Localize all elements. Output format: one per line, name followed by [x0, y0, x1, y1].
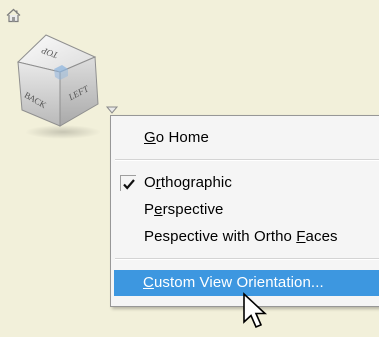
checkmark-icon [123, 179, 135, 190]
home-icon[interactable] [5, 7, 22, 24]
mouse-pointer-icon [243, 292, 268, 329]
menu-item-label: Pespective with Ortho Faces [144, 228, 338, 245]
menu-item-perspective-ortho-faces[interactable]: Pespective with Ortho Faces [115, 224, 379, 250]
menu-item-label: Perspective [144, 201, 224, 218]
menu-item-label: Orthographic [144, 174, 232, 191]
menu-item-label: Custom View Orientation... [143, 274, 324, 291]
menu-item-perspective[interactable]: Perspective [115, 197, 379, 223]
check-indicator [120, 175, 136, 191]
menu-item-orthographic[interactable]: Orthographic [115, 170, 379, 196]
viewcube[interactable]: TOP BACK LEFT [8, 32, 118, 142]
dropdown-triangle-icon[interactable] [105, 105, 119, 115]
menu-item-label: Go Home [144, 129, 209, 146]
menu-item-go-home[interactable]: Go Home [115, 125, 379, 151]
3d-viewport[interactable]: TOP BACK LEFT Go Home Orthographic Persp… [0, 0, 379, 337]
menu-separator [115, 258, 379, 260]
context-menu: Go Home Orthographic Perspective Pespect… [110, 115, 379, 307]
menu-separator [115, 159, 379, 161]
